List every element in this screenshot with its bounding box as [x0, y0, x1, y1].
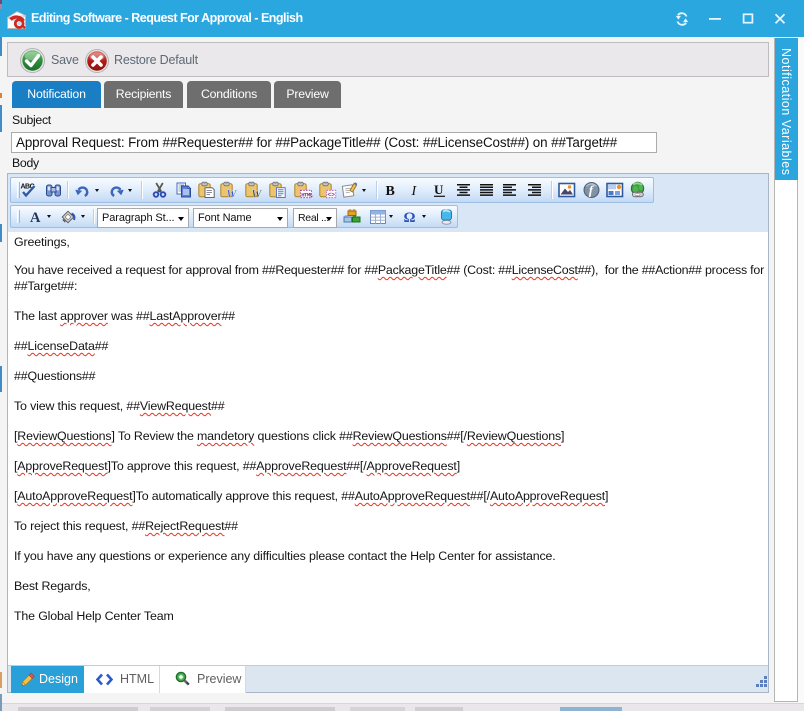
- svg-text:HTML: HTML: [301, 192, 313, 199]
- svg-text:A: A: [30, 210, 41, 226]
- svg-text:<>: <>: [327, 191, 335, 198]
- svg-text:I: I: [411, 184, 418, 199]
- svg-text:B: B: [386, 184, 395, 199]
- svg-text:W: W: [251, 189, 262, 199]
- svg-text:U: U: [434, 182, 444, 197]
- svg-text:Ω: Ω: [404, 210, 416, 226]
- svg-text:W: W: [226, 189, 237, 199]
